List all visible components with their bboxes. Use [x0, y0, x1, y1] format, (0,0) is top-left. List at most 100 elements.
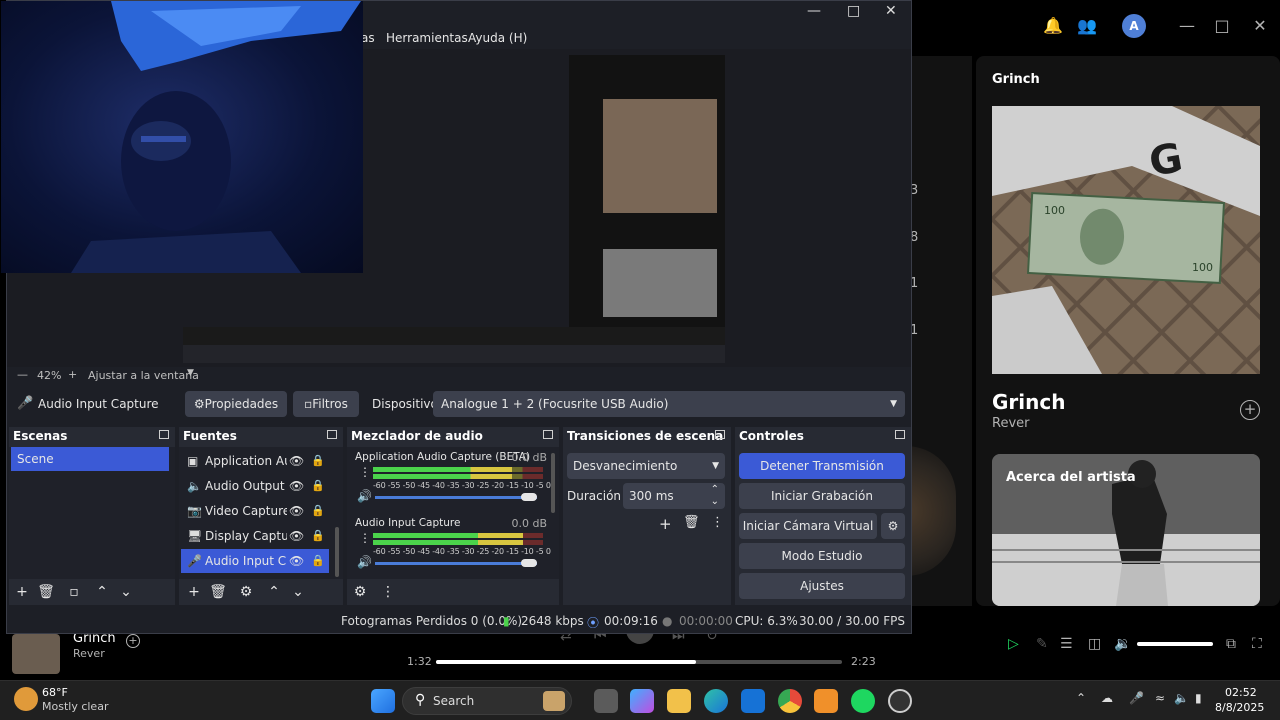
- eye-icon[interactable]: 👁: [289, 549, 304, 573]
- outlook-icon[interactable]: [741, 689, 765, 713]
- edge-icon[interactable]: [704, 689, 728, 713]
- copilot-icon[interactable]: [630, 689, 654, 713]
- gear-icon[interactable]: ⚙: [351, 583, 369, 601]
- weather-desc[interactable]: Mostly clear: [42, 700, 108, 713]
- duration-spinbox[interactable]: 300 ms ⌃ ⌄: [623, 483, 725, 509]
- settings-button[interactable]: Ajustes: [739, 573, 905, 599]
- speaker-icon[interactable]: 🔊: [357, 489, 372, 503]
- studio-mode-button[interactable]: Modo Estudio: [739, 543, 905, 569]
- windows-start-icon[interactable]: [371, 689, 395, 713]
- artist-link[interactable]: Rever: [992, 416, 1029, 431]
- device-select[interactable]: Analogue 1 + 2 (Focusrite USB Audio) ▼: [433, 391, 905, 417]
- undock-icon[interactable]: [327, 430, 337, 439]
- filters-button[interactable]: ▫Filtros: [293, 391, 359, 417]
- task-view-icon[interactable]: [594, 689, 618, 713]
- volume-slider[interactable]: [375, 562, 537, 565]
- queue-icon[interactable]: ☰: [1060, 636, 1073, 652]
- eye-icon[interactable]: 👁: [289, 499, 304, 523]
- chevron-up-icon[interactable]: ⌃: [93, 583, 111, 601]
- trash-icon[interactable]: 🗑: [683, 515, 700, 530]
- file-explorer-icon[interactable]: [667, 689, 691, 713]
- connect-device-icon[interactable]: ◫: [1088, 636, 1101, 652]
- battery-icon[interactable]: ▮: [1195, 691, 1202, 705]
- eye-icon[interactable]: 👁: [289, 474, 304, 498]
- chevron-down-icon[interactable]: ▼: [187, 368, 194, 378]
- chevron-up-icon[interactable]: ⌃: [1076, 691, 1086, 705]
- chevron-down-icon[interactable]: ⌄: [711, 489, 719, 515]
- chevron-up-icon[interactable]: ⌃: [265, 583, 283, 601]
- undock-icon[interactable]: [895, 430, 905, 439]
- brave-icon[interactable]: [814, 689, 838, 713]
- source-row[interactable]: 🔈 Audio Output C 👁 🔒: [181, 474, 329, 498]
- menu-item-tools[interactable]: Herramientas: [386, 31, 468, 45]
- more-icon[interactable]: ⋮: [359, 465, 371, 479]
- speaker-icon[interactable]: 🔊: [357, 555, 372, 569]
- lock-icon[interactable]: 🔒: [311, 474, 325, 498]
- clock-time[interactable]: 02:52: [1225, 686, 1257, 699]
- trash-icon[interactable]: 🗑: [37, 583, 55, 601]
- now-playing-view-icon[interactable]: ▷: [1008, 636, 1019, 652]
- trash-icon[interactable]: 🗑: [209, 583, 227, 601]
- lock-icon[interactable]: 🔒: [311, 524, 325, 548]
- mic-lyrics-icon[interactable]: ✎: [1036, 636, 1048, 652]
- virtual-camera-button[interactable]: Iniciar Cámara Virtual: [739, 513, 877, 539]
- progress-bar[interactable]: [436, 660, 842, 664]
- scrollbar[interactable]: [551, 453, 555, 513]
- cloud-icon[interactable]: ☁: [1101, 691, 1113, 705]
- weather-icon[interactable]: [14, 687, 38, 711]
- maximize-icon[interactable]: □: [847, 3, 860, 19]
- more-icon[interactable]: ⋮: [379, 583, 397, 601]
- player-album-thumb[interactable]: [12, 634, 60, 674]
- add-icon[interactable]: +: [185, 583, 203, 601]
- lock-icon[interactable]: 🔒: [311, 449, 325, 473]
- close-icon[interactable]: ✕: [1249, 15, 1271, 37]
- menu-item-help[interactable]: Ayuda (H): [468, 31, 527, 45]
- chevron-down-icon[interactable]: ⌄: [117, 583, 135, 601]
- properties-button[interactable]: ⚙Propiedades: [185, 391, 287, 417]
- minimize-icon[interactable]: —: [1176, 15, 1198, 37]
- more-icon[interactable]: ⋮: [359, 531, 371, 545]
- eye-icon[interactable]: 👁: [289, 524, 304, 548]
- source-row[interactable]: 📷 Video Capture D 👁 🔒: [181, 499, 329, 523]
- chrome-icon[interactable]: [778, 689, 802, 713]
- start-recording-button[interactable]: Iniciar Grabación: [739, 483, 905, 509]
- player-artist[interactable]: Rever: [73, 647, 105, 660]
- lock-icon[interactable]: 🔒: [311, 499, 325, 523]
- miniplayer-icon[interactable]: ⧉: [1226, 636, 1236, 652]
- scene-item[interactable]: Scene: [11, 447, 169, 471]
- menu-item-tools-partial[interactable]: as: [361, 31, 375, 45]
- wifi-icon[interactable]: ≈: [1155, 691, 1165, 705]
- source-row[interactable]: ▣ Application Aud 👁 🔒: [181, 449, 329, 473]
- undock-icon[interactable]: [543, 430, 553, 439]
- fit-to-window[interactable]: Ajustar a la ventana: [88, 369, 199, 382]
- source-row[interactable]: 🖥 Display Capture 👁 🔒: [181, 524, 329, 548]
- stop-stream-button[interactable]: Detener Transmisión: [739, 453, 905, 479]
- filter-icon[interactable]: ▫: [65, 583, 83, 601]
- maximize-icon[interactable]: □: [1211, 15, 1233, 37]
- lock-icon[interactable]: 🔒: [311, 549, 325, 573]
- eye-icon[interactable]: 👁: [289, 449, 304, 473]
- speaker-icon[interactable]: 🔈: [1174, 691, 1189, 705]
- volume-slider[interactable]: [375, 496, 537, 499]
- avatar[interactable]: A: [1122, 14, 1146, 38]
- add-icon[interactable]: +: [659, 515, 672, 533]
- transition-select[interactable]: Desvanecimiento ▼: [567, 453, 725, 479]
- zoom-out-icon[interactable]: —: [17, 368, 28, 381]
- clock-date[interactable]: 8/8/2025: [1215, 701, 1264, 714]
- volume-icon[interactable]: 🔉: [1114, 636, 1131, 652]
- undock-icon[interactable]: [715, 430, 725, 439]
- friends-icon[interactable]: 👥: [1076, 15, 1098, 37]
- volume-knob[interactable]: [521, 493, 537, 501]
- about-artist-card[interactable]: Acerca del artista: [992, 454, 1260, 606]
- zoom-in-icon[interactable]: +: [68, 368, 77, 381]
- fullscreen-icon[interactable]: ⛶: [1252, 636, 1262, 652]
- chevron-down-icon[interactable]: ⌄: [289, 583, 307, 601]
- weather-temp[interactable]: 68°F: [42, 686, 68, 699]
- add-icon[interactable]: +: [13, 583, 31, 601]
- close-icon[interactable]: ✕: [885, 3, 897, 19]
- microphone-icon[interactable]: 🎤: [1129, 691, 1144, 705]
- source-row-selected[interactable]: 🎤 Audio Input Cap 👁 🔒: [181, 549, 329, 573]
- volume-slider[interactable]: [1137, 642, 1213, 646]
- minimize-icon[interactable]: —: [807, 3, 821, 19]
- obs-icon[interactable]: [888, 689, 912, 713]
